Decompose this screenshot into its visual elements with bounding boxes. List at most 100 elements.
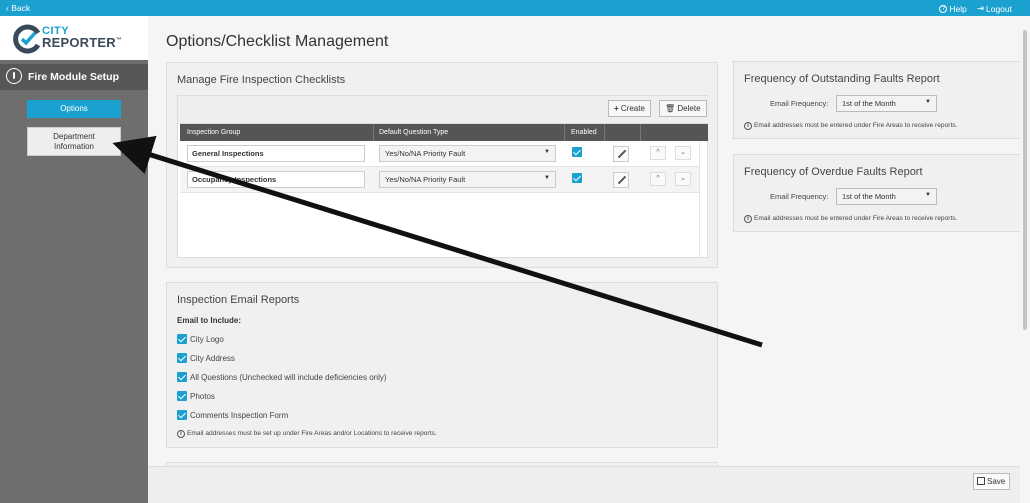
email-reports-title: Inspection Email Reports bbox=[177, 294, 300, 306]
edit-pencil-icon[interactable] bbox=[613, 172, 629, 188]
floppy-disk-icon bbox=[977, 477, 985, 485]
move-down-button[interactable]: ⌄ bbox=[675, 172, 691, 186]
back-link[interactable]: ‹ Back bbox=[6, 3, 30, 13]
back-label: Back bbox=[11, 3, 31, 13]
comments-checkbox[interactable] bbox=[177, 410, 187, 420]
caret-down-icon: ▼ bbox=[544, 149, 550, 155]
move-up-button[interactable]: ^ bbox=[650, 146, 666, 160]
delete-button[interactable]: 🗑 Delete bbox=[659, 100, 707, 117]
question-type-select[interactable]: Yes/No/NA Priority Fault ▼ bbox=[379, 171, 556, 188]
caret-down-icon: ▼ bbox=[925, 99, 931, 105]
enabled-checkbox[interactable] bbox=[572, 147, 582, 157]
grid-header: Inspection Group Default Question Type E… bbox=[180, 124, 708, 141]
overdue-faults-panel: Frequency of Overdue Faults Report Email… bbox=[733, 154, 1030, 232]
question-type-value: Yes/No/NA Priority Fault bbox=[385, 175, 466, 184]
main-content: Options/Checklist Management Manage Fire… bbox=[148, 16, 1030, 503]
plus-icon: + bbox=[614, 104, 619, 113]
checklist-grid: + Create 🗑 Delete Inspection Group Defau… bbox=[177, 95, 709, 258]
overdue-note: i Email addresses must be entered under F… bbox=[744, 215, 957, 223]
sidebar-item-label-line1: Department bbox=[53, 132, 95, 141]
outstanding-freq-label: Email Frequency: bbox=[770, 99, 829, 108]
outstanding-faults-panel: Frequency of Outstanding Faults Report E… bbox=[733, 61, 1030, 139]
table-row: General Inspections Yes/No/NA Priority F… bbox=[180, 141, 700, 167]
outstanding-note: i Email addresses must be entered under F… bbox=[744, 122, 957, 130]
col-inspection-group: Inspection Group bbox=[187, 129, 241, 136]
option-all-questions[interactable]: All Questions (Unchecked will include de… bbox=[177, 371, 387, 383]
bottom-action-bar: Save bbox=[148, 466, 1020, 503]
logout-label: Logout bbox=[986, 3, 1012, 14]
top-bar: ‹ Back ? Help ⇥ Logout bbox=[0, 0, 1030, 16]
sidebar-item-options[interactable]: Options bbox=[27, 100, 121, 118]
caret-down-icon: ▼ bbox=[925, 192, 931, 198]
info-icon: i bbox=[177, 430, 185, 438]
photos-checkbox[interactable] bbox=[177, 391, 187, 401]
question-type-value: Yes/No/NA Priority Fault bbox=[385, 149, 466, 158]
module-title-label: Fire Module Setup bbox=[28, 71, 120, 83]
city-address-checkbox[interactable] bbox=[177, 353, 187, 363]
move-down-button[interactable]: ⌄ bbox=[675, 146, 691, 160]
move-up-button[interactable]: ^ bbox=[650, 172, 666, 186]
overdue-title: Frequency of Overdue Faults Report bbox=[744, 166, 923, 178]
logo: CITY REPORTER™ bbox=[0, 16, 148, 60]
option-photos[interactable]: Photos bbox=[177, 390, 215, 402]
save-label: Save bbox=[987, 477, 1006, 486]
city-logo-checkbox[interactable] bbox=[177, 334, 187, 344]
enabled-checkbox[interactable] bbox=[572, 173, 582, 183]
outstanding-freq-value: 1st of the Month bbox=[842, 99, 896, 108]
col-question-type: Default Question Type bbox=[379, 129, 449, 136]
logo-mark-icon bbox=[13, 24, 41, 54]
email-reports-panel: Inspection Email Reports Email to Includ… bbox=[166, 282, 718, 448]
create-button[interactable]: + Create bbox=[608, 100, 651, 117]
sidebar: CITY REPORTER™ Fire Module Setup Options… bbox=[0, 16, 148, 503]
email-reports-note: i Email addresses must be set up under Fi… bbox=[177, 430, 437, 438]
option-label: City Address bbox=[190, 353, 235, 363]
logout-icon: ⇥ bbox=[976, 3, 984, 13]
module-title: Fire Module Setup bbox=[0, 64, 148, 90]
email-include-label: Email to Include: bbox=[177, 316, 242, 325]
delete-label: Delete bbox=[677, 104, 701, 113]
chevron-left-icon: ‹ bbox=[6, 3, 9, 13]
sidebar-item-department-information[interactable]: Department Information bbox=[27, 127, 121, 156]
help-icon: ? bbox=[939, 4, 948, 13]
inspection-group-input[interactable]: Occupancy Inspections bbox=[187, 171, 365, 188]
grid-scrollbar[interactable] bbox=[699, 141, 707, 257]
grid-toolbar: + Create 🗑 Delete bbox=[178, 96, 709, 124]
sidebar-item-label: Options bbox=[60, 104, 88, 113]
overdue-note-text: Email addresses must be entered under Fi… bbox=[754, 215, 958, 222]
outstanding-title: Frequency of Outstanding Faults Report bbox=[744, 73, 940, 85]
email-reports-note-text: Email addresses must be set up under Fir… bbox=[187, 430, 437, 437]
help-label: Help bbox=[949, 3, 967, 14]
outstanding-frequency-select[interactable]: 1st of the Month ▼ bbox=[836, 95, 937, 112]
inspection-group-input[interactable]: General Inspections bbox=[187, 145, 365, 162]
top-actions: ? Help ⇥ Logout bbox=[939, 3, 1012, 14]
option-comments[interactable]: Comments Inspection Form bbox=[177, 409, 288, 421]
page-title: Options/Checklist Management bbox=[166, 33, 389, 50]
table-row: Occupancy Inspections Yes/No/NA Priority… bbox=[180, 167, 700, 193]
logout-link[interactable]: ⇥ Logout bbox=[977, 3, 1012, 14]
page-scrollbar[interactable] bbox=[1020, 16, 1030, 503]
info-icon: i bbox=[744, 215, 752, 223]
overdue-freq-label: Email Frequency: bbox=[770, 192, 829, 201]
option-label: All Questions (Unchecked will include de… bbox=[190, 372, 387, 382]
caret-down-icon: ▼ bbox=[544, 175, 550, 181]
trash-icon: 🗑 bbox=[665, 104, 676, 113]
logo-reporter-word: REPORTER bbox=[42, 35, 116, 50]
create-label: Create bbox=[620, 104, 645, 113]
edit-pencil-icon[interactable] bbox=[613, 146, 629, 162]
outstanding-note-text: Email addresses must be entered under Fi… bbox=[754, 122, 958, 129]
save-button[interactable]: Save bbox=[973, 473, 1010, 490]
sidebar-item-label-line2: Information bbox=[53, 142, 95, 151]
page-scrollbar-thumb[interactable] bbox=[1023, 30, 1027, 330]
all-questions-checkbox[interactable] bbox=[177, 372, 187, 382]
checklist-panel-title: Manage Fire Inspection Checklists bbox=[177, 74, 346, 86]
fire-extinguisher-icon bbox=[6, 68, 22, 84]
col-enabled: Enabled bbox=[571, 129, 597, 136]
overdue-frequency-select[interactable]: 1st of the Month ▼ bbox=[836, 188, 937, 205]
option-label: City Logo bbox=[190, 334, 224, 344]
option-city-address[interactable]: City Address bbox=[177, 352, 235, 364]
question-type-select[interactable]: Yes/No/NA Priority Fault ▼ bbox=[379, 145, 556, 162]
option-city-logo[interactable]: City Logo bbox=[177, 333, 224, 345]
logo-reporter-text: REPORTER™ bbox=[42, 35, 122, 50]
help-link[interactable]: ? Help bbox=[939, 3, 967, 14]
checklist-panel: Manage Fire Inspection Checklists + Crea… bbox=[166, 62, 718, 268]
